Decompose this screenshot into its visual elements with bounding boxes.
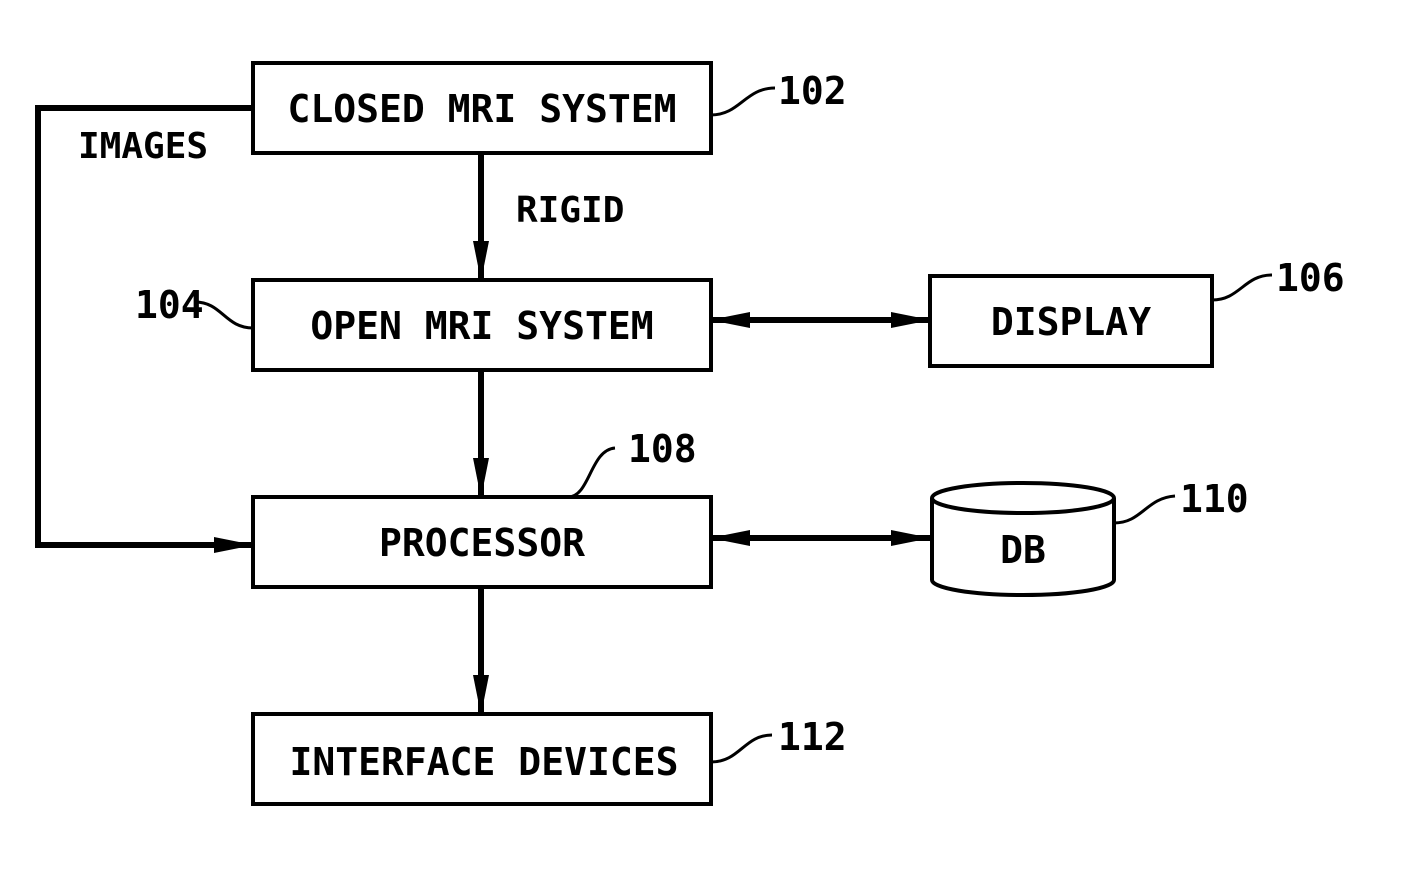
ref-label-110: 110	[1180, 477, 1249, 521]
node-label-closed-mri: CLOSED MRI SYSTEM	[288, 87, 677, 131]
ref-leader-104	[194, 300, 254, 330]
ref-leader-110	[1113, 494, 1176, 525]
ref-label-102: 102	[778, 69, 847, 113]
ref-label-108: 108	[628, 427, 697, 471]
ref-leader-112	[710, 733, 773, 764]
edge-label-images: IMAGES	[78, 126, 208, 167]
ref-label-106: 106	[1276, 256, 1345, 300]
node-label-db: DB	[1000, 528, 1046, 572]
edges	[35, 105, 931, 715]
block-diagram: IMAGES RIGID CLOSED MRI SYSTEM OPEN MRI …	[35, 61, 1345, 806]
ref-leader-102	[710, 86, 776, 117]
ref-leader-108	[567, 446, 616, 499]
node-label-interface-devices: INTERFACE DEVICES	[290, 740, 679, 784]
node-label-processor: PROCESSOR	[379, 521, 585, 565]
node-label-display: DISPLAY	[991, 300, 1151, 344]
ref-leader-106	[1211, 273, 1273, 302]
ref-label-104: 104	[135, 283, 204, 327]
node-label-open-mri: OPEN MRI SYSTEM	[310, 304, 653, 348]
ref-label-112: 112	[778, 715, 847, 759]
edge-label-rigid: RIGID	[516, 190, 624, 231]
